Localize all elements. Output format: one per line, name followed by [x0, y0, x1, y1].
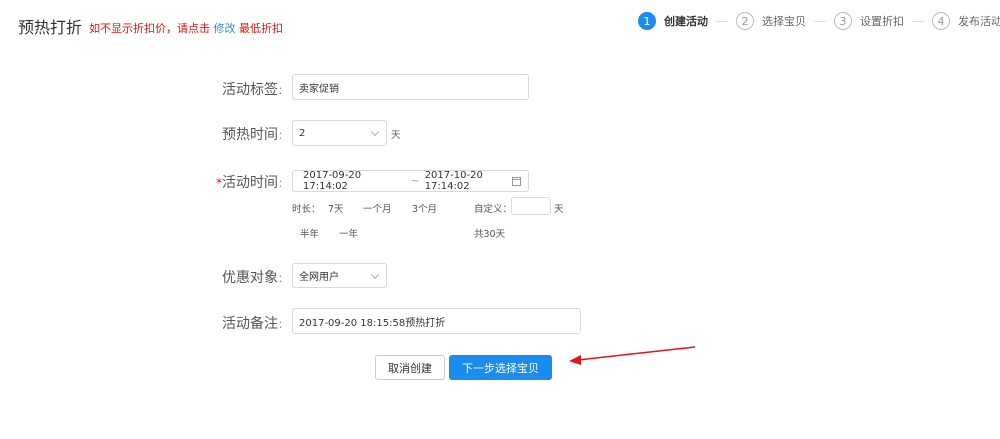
- duration-option-1year[interactable]: 一年: [339, 226, 358, 240]
- duration-option-1month[interactable]: 一个月: [363, 201, 392, 215]
- remark-input[interactable]: 2017-09-20 18:15:58预热打折: [292, 308, 581, 334]
- annotation-arrow-icon: [569, 346, 696, 365]
- range-separator: ~: [411, 175, 420, 187]
- tag-label-text: 活动标签: [222, 82, 278, 98]
- progress-steps: 1 创建活动 2 选择宝贝 3 设置折扣 4 发布活动: [638, 10, 1000, 32]
- duration-option-half-year[interactable]: 半年: [300, 226, 319, 240]
- remark-label: 活动备注：: [200, 313, 288, 333]
- warning-suffix: 最低折扣: [239, 22, 283, 35]
- preheat-value: 2: [299, 127, 306, 139]
- discount-warning: 如不显示折扣价，请点击 修改 最低折扣: [89, 20, 283, 36]
- colon: ：: [278, 274, 288, 285]
- target-label-text: 优惠对象: [222, 270, 278, 286]
- step-label: 创建活动: [664, 15, 708, 28]
- tag-label: 活动标签：: [200, 79, 288, 99]
- next-step-button[interactable]: 下一步选择宝贝: [449, 355, 552, 380]
- preheat-unit: 天: [391, 130, 401, 141]
- step-select-items: 2 选择宝贝: [736, 12, 834, 30]
- warning-text: 如不显示折扣价，请点击: [89, 22, 210, 35]
- colon: ：: [278, 131, 288, 142]
- colon: ：: [278, 179, 288, 190]
- step-label: 发布活动: [958, 15, 1000, 28]
- step-label: 设置折扣: [860, 15, 904, 28]
- colon: ：: [278, 86, 288, 97]
- step-label: 选择宝贝: [762, 15, 806, 28]
- custom-days-unit: 天: [554, 204, 564, 215]
- custom-duration-label: 自定义：: [474, 204, 513, 215]
- step-number: 4: [932, 12, 950, 30]
- activity-time-label-text: 活动时间: [222, 175, 278, 191]
- start-date[interactable]: 2017-09-20 17:14:02: [303, 170, 406, 192]
- step-publish: 4 发布活动: [932, 12, 1000, 30]
- calendar-icon[interactable]: [512, 177, 521, 186]
- remark-label-text: 活动备注: [222, 316, 278, 332]
- step-create: 1 创建活动: [638, 12, 736, 30]
- duration-option-3months[interactable]: 3个月: [412, 201, 437, 215]
- duration-label: 时长：: [292, 204, 321, 215]
- modify-link[interactable]: 修改: [214, 22, 236, 35]
- step-number: 3: [834, 12, 852, 30]
- step-connector: [912, 20, 924, 22]
- activity-time-label: *活动时间：: [200, 172, 288, 192]
- duration-option-7days[interactable]: 7天: [328, 201, 344, 215]
- arrow-shaft: [577, 346, 696, 361]
- page-title: 预热打折: [18, 18, 83, 37]
- colon: ：: [278, 320, 288, 331]
- target-select[interactable]: 全网用户: [292, 263, 387, 288]
- step-connector: [814, 20, 826, 22]
- chevron-down-icon: [370, 270, 380, 279]
- step-set-discount: 3 设置折扣: [834, 12, 932, 30]
- cancel-button[interactable]: 取消创建: [375, 355, 445, 380]
- arrow-head: [569, 355, 581, 365]
- preheat-label-text: 预热时间: [222, 127, 278, 143]
- step-number: 1: [638, 12, 656, 30]
- target-value: 全网用户: [299, 272, 339, 283]
- date-range-picker[interactable]: 2017-09-20 17:14:02 ~ 2017-10-20 17:14:0…: [292, 170, 529, 192]
- preheat-select[interactable]: 2: [292, 120, 387, 146]
- step-number: 2: [736, 12, 754, 30]
- target-label: 优惠对象：: [200, 267, 288, 287]
- chevron-down-icon: [370, 127, 380, 137]
- step-connector: [716, 20, 728, 22]
- preheat-label: 预热时间：: [200, 124, 288, 144]
- tag-input[interactable]: 卖家促销: [292, 74, 529, 100]
- custom-days-input[interactable]: [511, 197, 551, 215]
- total-duration: 共30天: [474, 229, 506, 240]
